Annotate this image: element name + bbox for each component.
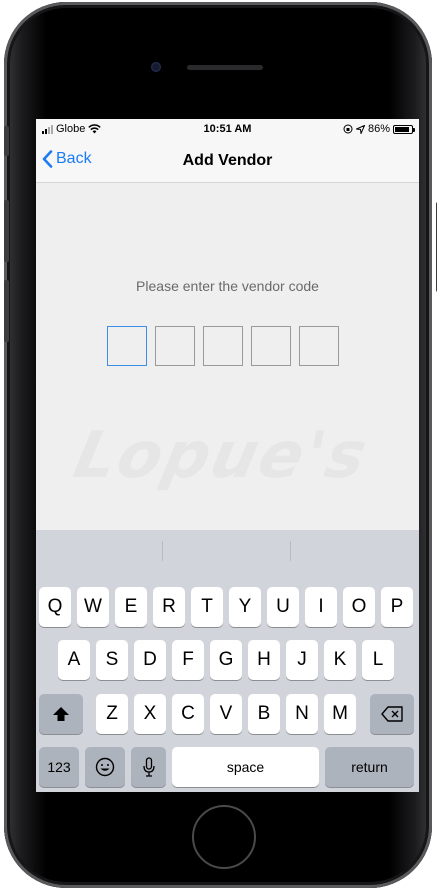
key-n[interactable]: N [286,694,318,734]
mute-switch [4,126,9,156]
keyboard-row-2: ASDFGHJKL [36,640,419,682]
key-h[interactable]: H [248,640,280,680]
key-i[interactable]: I [305,587,337,627]
screen: Globe 10:51 AM 86% Back Add Vendor Lopue… [36,119,419,792]
backspace-key[interactable] [370,694,414,734]
key-s[interactable]: S [96,640,128,680]
volume-down-button [4,280,9,342]
key-u[interactable]: U [267,587,299,627]
vendor-code-prompt: Please enter the vendor code [136,278,319,294]
key-a[interactable]: A [58,640,90,680]
code-digit-box[interactable] [299,326,339,366]
shift-key[interactable] [39,694,83,734]
vendor-code-input[interactable] [107,326,339,366]
on-screen-keyboard: QWERTYUIOP ASDFGHJKL ZXCVBNM 123 space r… [36,530,419,792]
suggestion-divider [290,541,291,561]
keyboard-row-1: QWERTYUIOP [36,587,419,629]
keyboard-row-3: ZXCVBNM [36,694,419,736]
orientation-lock-icon [343,124,353,134]
key-k[interactable]: K [324,640,356,680]
microphone-icon [142,757,155,777]
key-t[interactable]: T [191,587,223,627]
key-l[interactable]: L [362,640,394,680]
backspace-icon [381,706,403,722]
key-e[interactable]: E [115,587,147,627]
page-title: Add Vendor [182,152,273,169]
code-digit-box[interactable] [155,326,195,366]
earpiece-speaker [187,65,263,70]
key-z[interactable]: Z [96,694,128,734]
status-bar: Globe 10:51 AM 86% [36,119,419,141]
key-o[interactable]: O [343,587,375,627]
location-icon [355,124,365,134]
brand-watermark: Lopue's [67,419,375,493]
key-p[interactable]: P [381,587,413,627]
numbers-key[interactable]: 123 [39,747,79,787]
emoji-icon [95,757,115,777]
key-b[interactable]: B [248,694,280,734]
key-d[interactable]: D [134,640,166,680]
phone-frame: Globe 10:51 AM 86% Back Add Vendor Lopue… [4,2,437,888]
navigation-bar: Back Add Vendor [36,141,419,183]
front-camera [151,62,161,72]
key-c[interactable]: C [172,694,204,734]
key-w[interactable]: W [77,587,109,627]
battery-icon [393,124,415,134]
dictation-key[interactable] [131,747,166,787]
key-y[interactable]: Y [229,587,261,627]
code-digit-box[interactable] [251,326,291,366]
key-f[interactable]: F [172,640,204,680]
predictive-text-bar [36,530,419,570]
volume-up-button [4,200,9,262]
key-q[interactable]: Q [39,587,71,627]
key-g[interactable]: G [210,640,242,680]
key-x[interactable]: X [134,694,166,734]
key-j[interactable]: J [286,640,318,680]
shift-icon [53,707,69,721]
code-digit-box[interactable] [107,326,147,366]
keyboard-row-4: 123 space return [36,747,419,789]
battery-percent: 86% [367,123,390,135]
emoji-key[interactable] [85,747,125,787]
key-r[interactable]: R [153,587,185,627]
space-key[interactable]: space [172,747,319,787]
suggestion-divider [162,541,163,561]
key-m[interactable]: M [324,694,356,734]
key-v[interactable]: V [210,694,242,734]
home-button[interactable] [192,805,256,869]
code-digit-box[interactable] [203,326,243,366]
return-key[interactable]: return [325,747,414,787]
